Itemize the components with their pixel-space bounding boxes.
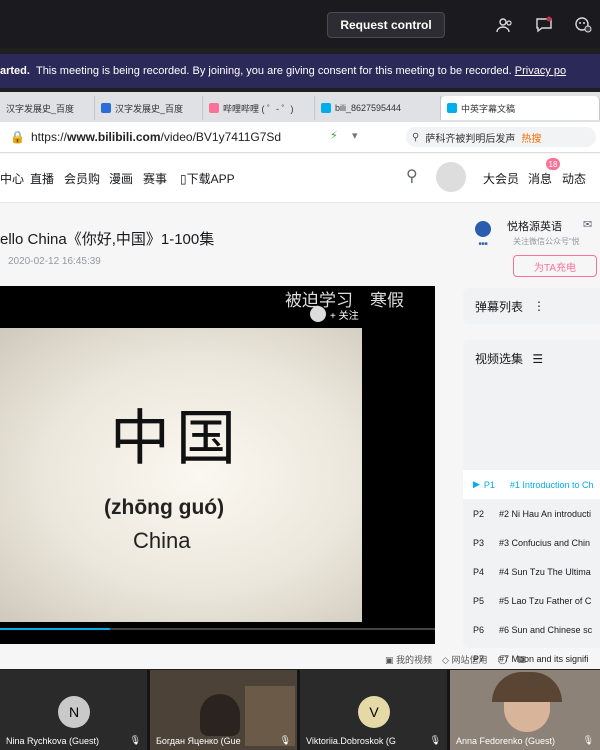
search-icon: ⚲ — [412, 131, 420, 143]
nav-item[interactable]: 会员购 — [64, 170, 100, 187]
episode-item[interactable]: P4 #4 Sun Tzu The Ultima — [463, 557, 600, 586]
svg-text:■■■: ■■■ — [478, 241, 487, 247]
nav-item[interactable]: 中心 — [0, 170, 24, 187]
participant-tile[interactable]: Anna Fedorenko (Guest) 🎙 — [450, 670, 600, 750]
episode-item[interactable]: P5 #5 Lao Tzu Father of C — [463, 586, 600, 615]
episode-item[interactable]: P6 #6 Sun and Chinese sc — [463, 615, 600, 644]
people-icon[interactable] — [494, 14, 516, 36]
video-date: 2020-02-12 16:45:39 — [8, 256, 101, 267]
participant-name: Viktoriia.Dobroskok (G — [306, 736, 396, 746]
video-english: China — [133, 528, 191, 553]
browser-tab[interactable]: 汉字发展史_百度 — [0, 96, 95, 120]
message-count-badge: 18 — [546, 158, 560, 170]
browser-tab[interactable]: 哔哩哔哩 ( ゜- ゜) — [203, 96, 315, 120]
playlist-panel: 视频选集 ☰ ▶ P1 #1 Introduction to Ch P2 #2 Ni … — [463, 340, 600, 648]
browser-tab[interactable]: 汉字发展史_百度 — [95, 96, 203, 120]
episode-item-active[interactable]: ▶ P1 #1 Introduction to Ch — [463, 470, 600, 499]
uploader-description: 关注微信公众号“悦 — [513, 237, 580, 246]
episode-item[interactable]: P3 #3 Confucius and Chin — [463, 528, 600, 557]
bilibili-icon — [321, 103, 331, 113]
reactions-icon[interactable] — [572, 14, 594, 36]
nav-item[interactable]: 赛事 — [143, 170, 167, 187]
play-icon: ▶ — [473, 479, 480, 489]
avatar — [310, 306, 326, 322]
extension-icon[interactable]: ⚡ — [330, 129, 338, 142]
site-credit-link[interactable]: ◇ 网站信用 — [442, 653, 487, 666]
lock-icon: 🔒 — [10, 130, 25, 144]
mic-off-icon: 🎙 — [279, 735, 291, 745]
recording-banner: arted. This meeting is being recorded. B… — [0, 54, 600, 88]
danmaku-list[interactable]: 弹幕列表 ⋮ — [463, 288, 600, 324]
mail-icon[interactable]: ✉ — [583, 218, 592, 231]
nav-item[interactable]: 直播 — [30, 170, 54, 187]
list-icon[interactable]: ☰ — [532, 352, 543, 366]
mic-off-icon: 🎙 — [429, 735, 441, 745]
grid-icon[interactable]: ▦ — [518, 654, 527, 665]
participants-strip: N Nina Rychkova (Guest) 🎙 Богдан Яценко … — [0, 670, 600, 750]
participant-tile[interactable]: N Nina Rychkova (Guest) 🎙 — [0, 670, 147, 750]
participant-initial: N — [58, 696, 90, 728]
nav-item[interactable]: 动态 — [562, 170, 586, 187]
shield-icon[interactable]: ◯ — [497, 654, 507, 665]
participant-name: Nina Rychkova (Guest) — [6, 736, 100, 746]
request-control-button[interactable]: Request control — [327, 12, 445, 38]
participant-name: Богдан Яценко (Gue — [156, 736, 241, 746]
banner-started: arted. — [0, 65, 30, 77]
avatar[interactable] — [436, 162, 466, 192]
chat-icon[interactable] — [533, 14, 555, 36]
video-hanzi: 中国 — [110, 404, 242, 474]
participant-tile[interactable]: Богдан Яценко (Gue 🎙 — [150, 670, 297, 750]
browser-tab-strip: 汉字发展史_百度 汉字发展史_百度 哔哩哔哩 ( ゜- ゜) bili_8627… — [0, 92, 600, 122]
bilibili-icon — [209, 103, 219, 113]
bilibili-footer-bar: ▣ 我的视频 ◇ 网站信用 ◯ ▦ — [385, 650, 600, 669]
participant-tile[interactable]: V Viktoriia.Dobroskok (G 🎙 — [300, 670, 447, 750]
privacy-policy-link[interactable]: Privacy po — [515, 65, 566, 77]
mic-off-icon: 🎙 — [129, 735, 141, 745]
uploader-name[interactable]: 悦格源英语 — [507, 218, 562, 234]
video-frame: 中国 (zhōng guó) China — [0, 328, 362, 622]
browser-tab-active[interactable]: 中英字幕文稿 — [441, 96, 600, 120]
nav-item[interactable]: 大会员 — [483, 170, 519, 187]
browser-search-box[interactable]: ⚲ 萨科齐被判明后发声 热搜 — [406, 127, 596, 147]
search-icon[interactable]: ⚲ — [406, 166, 418, 186]
paw-icon — [101, 103, 111, 113]
chevron-down-icon[interactable]: ▾ — [352, 129, 358, 142]
charge-button[interactable]: 为TA充电 — [513, 255, 597, 277]
participant-initial: V — [358, 696, 390, 728]
nav-item[interactable]: 消息 — [528, 170, 552, 187]
playlist-title: 视频选集 ☰ — [475, 352, 544, 366]
shared-screen: 汉字发展史_百度 汉字发展史_百度 哔哩哔哩 ( ゜- ゜) bili_8627… — [0, 92, 600, 669]
uploader-avatar[interactable]: ■■■ — [468, 218, 498, 248]
participant-name: Anna Fedorenko (Guest) — [456, 736, 556, 746]
more-icon[interactable]: ⋮ — [533, 299, 545, 313]
my-videos-link[interactable]: ▣ 我的视频 — [385, 653, 432, 666]
bilibili-icon — [447, 103, 457, 113]
participant-video-hair — [492, 672, 562, 702]
episode-item[interactable]: P2 #2 Ni Hau An introducti — [463, 499, 600, 528]
video-title: ello China《你好,中国》1-100集 — [0, 231, 215, 248]
banner-text: This meeting is being recorded. By joini… — [35, 65, 512, 77]
video-player[interactable]: 中国 (zhōng guó) China 被迫学习 寒假 + 关注 — [0, 286, 435, 644]
follow-button[interactable]: + 关注 — [310, 306, 359, 322]
address-bar: 🔒 https://www.bilibili.com/video/BV1y741… — [0, 122, 600, 153]
nav-item[interactable]: 漫画 — [109, 170, 133, 187]
progress-fill — [0, 628, 110, 630]
browser-tab[interactable]: bili_8627595444 — [315, 96, 441, 120]
mic-off-icon: 🎙 — [582, 735, 594, 745]
teams-top-bar: Request control — [0, 0, 600, 48]
bilibili-nav-bar: 中心 直播 会员购 漫画 赛事 ▯下载APP ⚲ 大会员 消息 18 动态 — [0, 154, 600, 203]
video-pinyin: (zhōng guó) — [104, 496, 225, 519]
nav-item-download-app[interactable]: ▯下载APP — [180, 170, 235, 187]
participant-video — [200, 694, 240, 736]
